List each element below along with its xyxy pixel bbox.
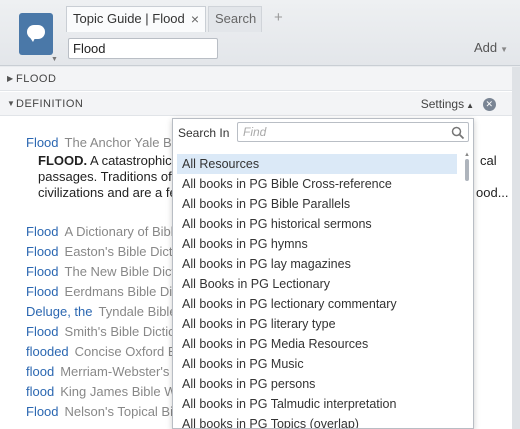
- section-header-flood[interactable]: ▶ FLOOD: [0, 67, 512, 91]
- add-menu-label: Add: [473, 40, 498, 55]
- top-bar: ▼ Topic Guide | Flood × Search + Add▼: [0, 0, 520, 66]
- list-item[interactable]: Flood Smith's Bible Diction: [26, 323, 183, 341]
- resource-item[interactable]: All books in PG Music: [177, 354, 457, 374]
- chevron-down-icon[interactable]: ▼: [51, 56, 58, 63]
- add-tab-button[interactable]: +: [268, 6, 289, 32]
- triangle-right-icon: ▶: [7, 74, 14, 83]
- list-item[interactable]: flood Merriam-Webster's C: [26, 363, 182, 381]
- popup-scrollbar[interactable]: [465, 159, 469, 181]
- resource-item[interactable]: All books in PG Topics (overlap): [177, 414, 457, 428]
- resource-item[interactable]: All books in PG hymns: [177, 234, 457, 254]
- definition-source-link[interactable]: The Anchor Yale Bibl: [65, 135, 185, 150]
- definition-line-1-end: cal: [480, 153, 497, 168]
- section-title: FLOOD: [16, 73, 57, 85]
- close-section-icon[interactable]: ✕: [483, 98, 496, 111]
- list-item[interactable]: Flood Eerdmans Bible Dict: [26, 283, 182, 301]
- list-item[interactable]: Flood The New Bible Dictio: [26, 263, 185, 281]
- section-title: DEFINITION: [16, 98, 84, 110]
- tab-search[interactable]: Search: [208, 6, 262, 32]
- resource-item[interactable]: All books in PG lay magazines: [177, 254, 457, 274]
- definition-headword: FLOOD.: [38, 153, 88, 168]
- definition-line-3-end: ood...: [476, 185, 509, 200]
- find-input[interactable]: [237, 122, 469, 142]
- close-icon[interactable]: ×: [191, 7, 199, 31]
- resource-item[interactable]: All books in PG lectionary commentary: [177, 294, 457, 314]
- settings-button[interactable]: Settings ▲: [421, 92, 474, 118]
- resource-item[interactable]: All books in PG literary type: [177, 314, 457, 334]
- chevron-down-icon: ▼: [500, 45, 508, 54]
- resource-item[interactable]: All books in PG historical sermons: [177, 214, 457, 234]
- resource-item[interactable]: All books in PG Talmudic interpretation: [177, 394, 457, 414]
- search-in-label: Search In: [178, 126, 230, 140]
- settings-label: Settings: [420, 97, 465, 111]
- list-item[interactable]: flooded Concise Oxford En: [26, 343, 184, 361]
- resource-item[interactable]: All books in PG Bible Parallels: [177, 194, 457, 214]
- list-item[interactable]: Flood Easton's Bible Dictio: [26, 243, 183, 261]
- resource-item[interactable]: All books in PG persons: [177, 374, 457, 394]
- resource-item[interactable]: All books in PG Media Resources: [177, 334, 457, 354]
- list-item[interactable]: Flood A Dictionary of Biblic: [26, 223, 183, 241]
- search-icon[interactable]: [451, 126, 465, 140]
- resource-list: All Resources All books in PG Bible Cros…: [177, 154, 457, 428]
- resource-item[interactable]: All books in PG Bible Cross-reference: [177, 174, 457, 194]
- add-menu-button[interactable]: Add ▼: [474, 40, 508, 55]
- definition-term-link[interactable]: Flood: [26, 135, 59, 150]
- search-in-popup: Search In ▲ All Resources All books in P…: [172, 118, 474, 429]
- triangle-down-icon: ▼: [7, 99, 16, 108]
- resource-item[interactable]: All Resources: [177, 154, 457, 174]
- scroll-up-icon[interactable]: ▲: [464, 152, 470, 158]
- app-logo-button[interactable]: [19, 13, 53, 55]
- tab-topic-guide-label: Topic Guide | Flood: [73, 11, 185, 26]
- list-item[interactable]: flood King James Bible Wo: [26, 383, 184, 401]
- caret-up-icon: ▲: [466, 101, 474, 110]
- list-item[interactable]: Flood Nelson's Topical Bibl: [26, 403, 183, 421]
- topic-input[interactable]: [68, 38, 218, 59]
- resource-item[interactable]: All Books in PG Lectionary: [177, 274, 457, 294]
- content-scrollbar[interactable]: [512, 67, 520, 429]
- definition-entry-header: Flood The Anchor Yale Bibl: [26, 135, 185, 150]
- section-header-definition[interactable]: ▼ DEFINITION Settings ▲ ✕: [0, 92, 512, 116]
- list-item[interactable]: Deluge, the Tyndale Bible D: [26, 303, 190, 321]
- tab-topic-guide[interactable]: Topic Guide | Flood ×: [66, 6, 206, 32]
